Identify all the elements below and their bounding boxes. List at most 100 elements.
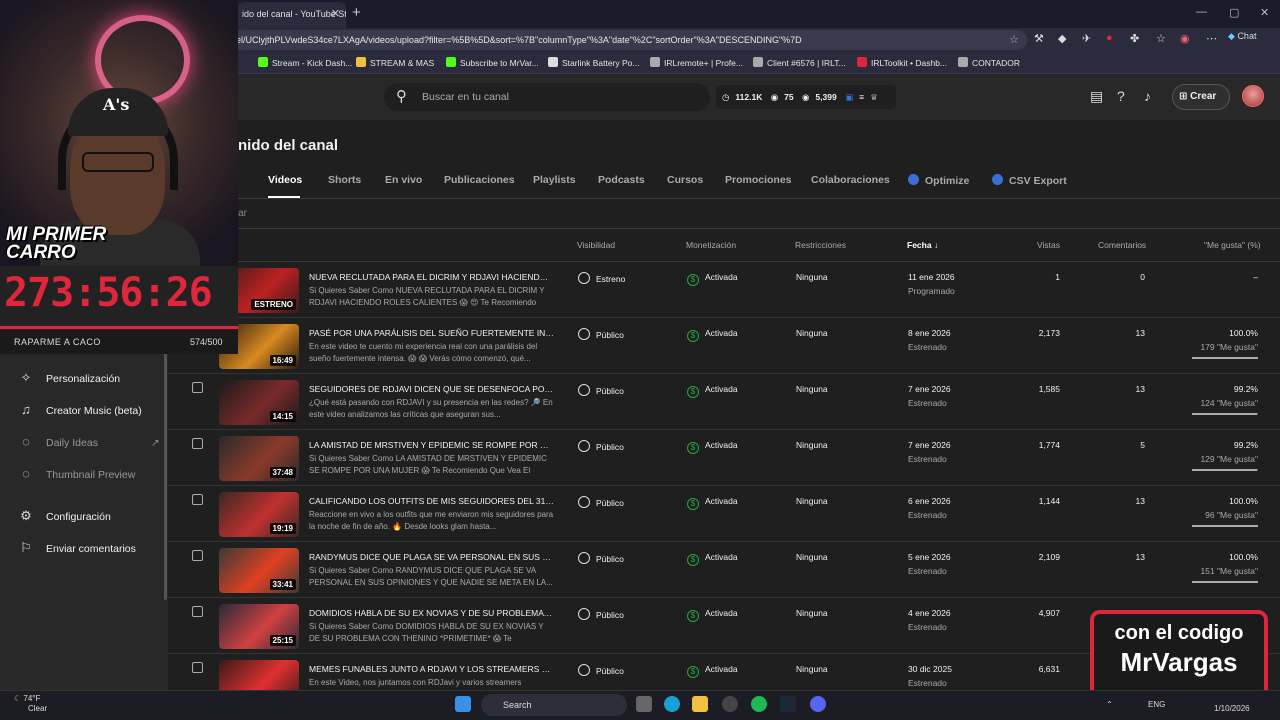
column-header-date[interactable]: Fecha ↓ [907, 240, 938, 250]
monetization-cell[interactable]: $ Activada [687, 384, 738, 398]
video-title[interactable]: MEMES FUNABLES JUNTO A RDJAVI Y LOS STRE… [309, 664, 554, 674]
url-field[interactable]: el/UClyjthPLVwdeS34ce7LXAgA/videos/uploa… [232, 30, 1027, 50]
column-header-comments[interactable]: Comentarios [1098, 240, 1146, 250]
tab-optimize[interactable]: Optimize [908, 174, 969, 187]
monetization-cell[interactable]: $ Activada [687, 328, 738, 342]
visibility-cell[interactable]: Público [578, 664, 624, 676]
table-row[interactable]: 33:41 RANDYMUS DICE QUE PLAGA SE VA PERSO… [168, 542, 1280, 598]
spotify-icon[interactable] [751, 696, 767, 712]
video-thumbnail[interactable]: 14:15 [219, 380, 299, 425]
tab-shorts[interactable]: Shorts [328, 174, 361, 186]
extension-icon[interactable]: ◆ [1058, 32, 1066, 45]
bookmark-item[interactable]: Stream - Kick Dash... [258, 57, 352, 68]
bookmark-item[interactable]: STREAM & MAS [356, 57, 434, 68]
chevron-up-icon[interactable]: ⌃ [1106, 700, 1113, 709]
tab-colaboraciones[interactable]: Colaboraciones [811, 174, 890, 186]
extension-icon[interactable]: ✈ [1082, 32, 1091, 45]
column-header-restrictions[interactable]: Restricciones [795, 240, 846, 250]
visibility-cell[interactable]: Público [578, 384, 624, 396]
sidebar-item-creator-music-beta[interactable]: ♫ Creator Music (beta) [16, 402, 142, 417]
row-checkbox[interactable] [192, 662, 203, 673]
steam-icon[interactable] [780, 696, 796, 712]
trophy-icon[interactable]: ♕ [870, 92, 878, 102]
monetization-cell[interactable]: $ Activada [687, 608, 738, 622]
tab-cursos[interactable]: Cursos [667, 174, 703, 186]
row-checkbox[interactable] [192, 494, 203, 505]
monetization-cell[interactable]: $ Activada [687, 272, 738, 286]
avatar[interactable] [1242, 85, 1264, 107]
visibility-cell[interactable]: Público [578, 496, 624, 508]
video-title[interactable]: RANDYMUS DICE QUE PLAGA SE VA PERSONAL E… [309, 552, 554, 562]
extension-icon[interactable]: ● [1106, 32, 1113, 44]
row-checkbox[interactable] [192, 606, 203, 617]
table-row[interactable]: 19:19 CALIFICANDO LOS OUTFITS DE MIS SEGU… [168, 486, 1280, 542]
visibility-cell[interactable]: Público [578, 552, 624, 564]
row-checkbox[interactable] [192, 438, 203, 449]
tab-publicaciones[interactable]: Publicaciones [444, 174, 515, 186]
bell-icon[interactable]: ♪ [1144, 88, 1151, 104]
create-button[interactable]: ⊞ Crear [1172, 84, 1230, 110]
folder-icon[interactable] [692, 696, 708, 712]
chart-icon[interactable]: ▣ [845, 92, 853, 102]
language-indicator[interactable]: ENG [1148, 700, 1165, 709]
video-title[interactable]: SEGUIDORES DE RDJAVI DICEN QUE SE DESENF… [309, 384, 554, 394]
sidebar-item-enviar-comentarios[interactable]: ⚐ Enviar comentarios [16, 540, 136, 556]
clock-date[interactable]: 1/10/2026 [1214, 704, 1250, 713]
row-checkbox[interactable] [192, 550, 203, 561]
bookmark-item[interactable]: Starlink Battery Po... [548, 57, 639, 68]
weather-widget[interactable]: ☾ 74°F Clear [14, 694, 47, 714]
favorites-icon[interactable]: ☆ [1156, 32, 1166, 45]
list-icon[interactable]: ≡ [859, 92, 864, 102]
maximize-icon[interactable]: ▢ [1229, 6, 1239, 19]
sidebar-item-daily-ideas[interactable]: ◌ Daily Ideas ↗ [16, 434, 160, 449]
bookmark-item[interactable]: CONTADOR [958, 57, 1020, 68]
visibility-cell[interactable]: Estreno [578, 272, 625, 284]
discord-icon[interactable] [810, 696, 826, 712]
extension-icon[interactable]: ⚒ [1034, 32, 1044, 45]
sidebar-item-thumbnail-preview[interactable]: ◌ Thumbnail Preview [16, 466, 135, 481]
visibility-cell[interactable]: Público [578, 440, 624, 452]
visibility-cell[interactable]: Público [578, 328, 624, 340]
monetization-cell[interactable]: $ Activada [687, 552, 738, 566]
tab-promociones[interactable]: Promociones [725, 174, 792, 186]
close-icon[interactable]: ✕ [331, 2, 340, 26]
captions-icon[interactable]: ▤ [1090, 88, 1103, 105]
tab-podcasts[interactable]: Podcasts [598, 174, 645, 186]
windows-start-icon[interactable] [455, 696, 471, 712]
channel-search[interactable]: ⚲ Buscar en tu canal [384, 83, 710, 111]
tab-en-vivo[interactable]: En vivo [385, 174, 422, 186]
browser-tab[interactable]: ido del canal - YouTube Stu ✕ [238, 2, 346, 28]
bookmark-item[interactable]: Subscribe to MrVar... [446, 57, 539, 68]
edge-icon[interactable] [664, 696, 680, 712]
video-title[interactable]: CALIFICANDO LOS OUTFITS DE MIS SEGUIDORE… [309, 496, 554, 506]
puzzle-icon[interactable]: ✤ [1130, 32, 1139, 45]
table-row[interactable]: ESTRENO NUEVA RECLUTADA PARA EL DICRIM Y … [168, 262, 1280, 318]
table-row[interactable]: 14:15 SEGUIDORES DE RDJAVI DICEN QUE SE D… [168, 374, 1280, 430]
copilot-chat-button[interactable]: ◆ Chat [1228, 31, 1256, 42]
tab-videos[interactable]: Videos [268, 174, 302, 186]
menu-icon[interactable]: ⋯ [1206, 32, 1217, 45]
table-row[interactable]: 16:49 PASÉ POR UNA PARÁLISIS DEL SUEÑO FU… [168, 318, 1280, 374]
sidebar-item-configuraci-n[interactable]: ⚙ Configuración [16, 508, 111, 524]
tab-playlists[interactable]: Playlists [533, 174, 576, 186]
table-row[interactable]: 37:48 LA AMISTAD DE MRSTIVEN Y EPIDEMIC S… [168, 430, 1280, 486]
column-header-visibility[interactable]: Visibilidad [577, 240, 615, 250]
column-header-views[interactable]: Vistas [1037, 240, 1060, 250]
profile-icon[interactable]: ◉ [1180, 32, 1190, 45]
video-thumbnail[interactable]: 37:48 [219, 436, 299, 481]
video-thumbnail[interactable]: 25:15 [219, 604, 299, 649]
video-title[interactable]: LA AMISTAD DE MRSTIVEN Y EPIDEMIC SE ROM… [309, 440, 554, 450]
tab-csv-export[interactable]: CSV Export [992, 174, 1067, 187]
visibility-cell[interactable]: Público [578, 608, 624, 620]
video-title[interactable]: NUEVA RECLUTADA PARA EL DICRIM Y RDJAVI … [309, 272, 554, 282]
video-title[interactable]: DOMIDIOS HABLA DE SU EX NOVIAS Y DE SU P… [309, 608, 554, 618]
monetization-cell[interactable]: $ Activada [687, 496, 738, 510]
row-checkbox[interactable] [192, 382, 203, 393]
new-tab-icon[interactable]: + [352, 4, 361, 21]
monetization-cell[interactable]: $ Activada [687, 440, 738, 454]
bookmark-item[interactable]: IRLremote+ | Profe... [650, 57, 743, 68]
video-title[interactable]: PASÉ POR UNA PARÁLISIS DEL SUEÑO FUERTEM… [309, 328, 554, 338]
video-thumbnail[interactable]: 19:19 [219, 492, 299, 537]
star-icon[interactable]: ☆ [1009, 30, 1019, 50]
bookmark-item[interactable]: Client #6576 | IRLT... [753, 57, 846, 68]
